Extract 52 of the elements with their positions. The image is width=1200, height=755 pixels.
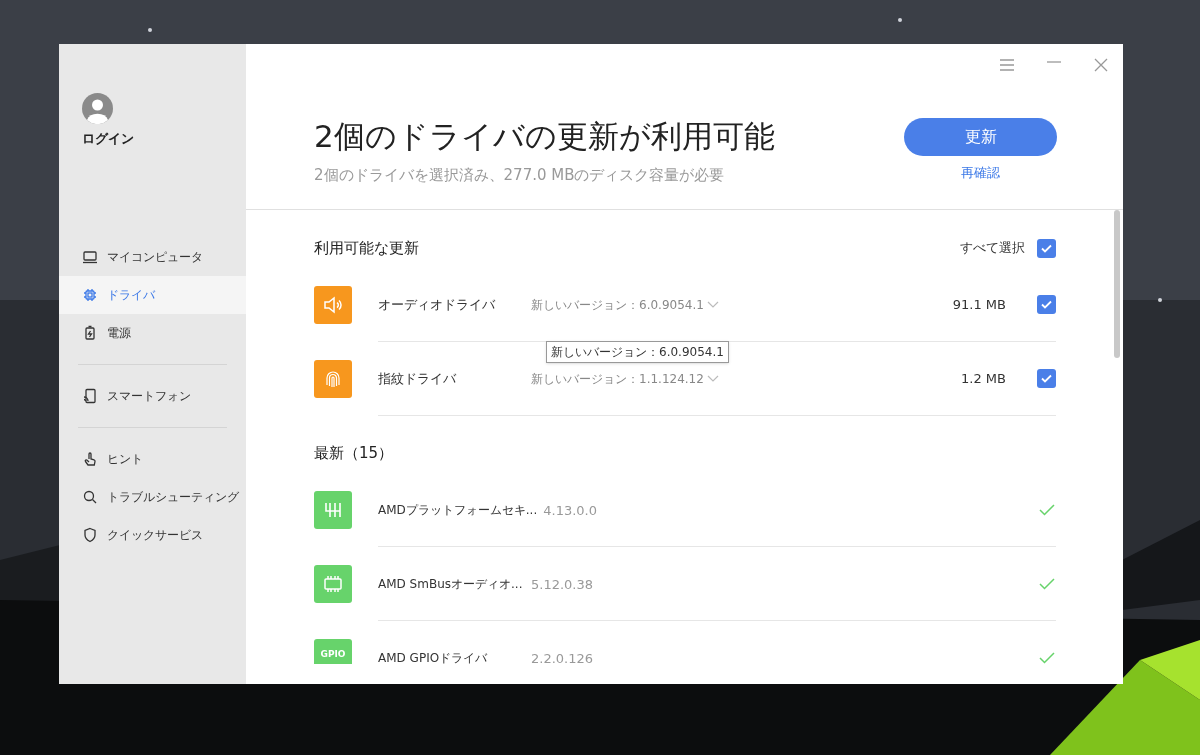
tooltip: 新しいバージョン：6.0.9054.1	[546, 341, 729, 363]
size-text: 1.2 MB	[961, 369, 1006, 388]
driver-name: AMDプラットフォームセキ...	[378, 501, 539, 519]
checkbox[interactable]	[1037, 295, 1056, 314]
section-heading: 利用可能な更新	[314, 237, 419, 259]
driver-name: 指紋ドライバ	[378, 369, 457, 388]
select-all-label: すべて選択	[960, 239, 1025, 258]
speaker-icon	[314, 286, 352, 324]
version-text: 新しいバージョン：1.1.124.12	[531, 370, 704, 388]
checkmark-icon	[1041, 300, 1052, 309]
sidebar-item[interactable]: 電源	[59, 314, 246, 352]
fingerprint-icon	[314, 360, 352, 398]
sidebar-item[interactable]: スマートフォン	[59, 377, 246, 415]
minimize-icon	[1047, 61, 1061, 63]
driver-name: AMD GPIOドライバ	[378, 649, 489, 664]
subtitle: 2個のドライバを選択済み、277.0 MBのディスク容量が必要	[314, 165, 726, 186]
checkbox[interactable]	[1037, 369, 1056, 388]
shield-icon	[82, 527, 98, 543]
sidebar-item[interactable]: ヒント	[59, 440, 246, 478]
phone-icon	[82, 388, 98, 404]
size-text: 91.1 MB	[952, 295, 1006, 314]
update-button[interactable]: 更新	[904, 118, 1057, 156]
check-icon	[1039, 651, 1055, 664]
bars-icon	[314, 491, 352, 529]
battery-icon	[82, 325, 98, 341]
search-icon	[82, 489, 98, 505]
version-text: 2.2.0.126	[531, 650, 594, 664]
sidebar-item[interactable]: クイックサービス	[59, 516, 246, 554]
laptop-icon	[82, 249, 98, 265]
sidebar-item[interactable]: ドライバ	[59, 276, 246, 314]
page-title: 2個のドライバの更新が利用可能	[314, 118, 776, 154]
check-icon	[1039, 503, 1055, 516]
section-heading: 最新（15）	[314, 443, 394, 465]
sidebar-item[interactable]: トラブルシューティング	[59, 478, 246, 516]
driver-name: AMD SmBusオーディオ...	[378, 575, 524, 593]
avatar-icon	[82, 93, 113, 124]
scrollbar[interactable]	[1114, 210, 1120, 358]
version-text: 5.12.0.38	[531, 576, 594, 592]
chevron-icon	[706, 300, 719, 309]
checkmark-icon	[1041, 374, 1052, 383]
gpio-icon: GPIO	[314, 639, 352, 664]
version-text: 4.13.0.0	[543, 502, 597, 518]
login-label[interactable]: ログイン	[82, 129, 246, 149]
recheck-link[interactable]: 再確認	[961, 163, 1000, 183]
checkmark-icon	[1041, 243, 1052, 253]
chevron-icon	[706, 374, 719, 383]
check-icon	[1039, 577, 1055, 590]
version-text: 新しいバージョン：6.0.9054.1	[531, 296, 704, 314]
sidebar-item[interactable]: マイコンピュータ	[59, 238, 246, 276]
driver-name: オーディオドライバ	[378, 295, 496, 314]
hand-icon	[82, 451, 98, 467]
checkbox[interactable]	[1037, 238, 1056, 258]
